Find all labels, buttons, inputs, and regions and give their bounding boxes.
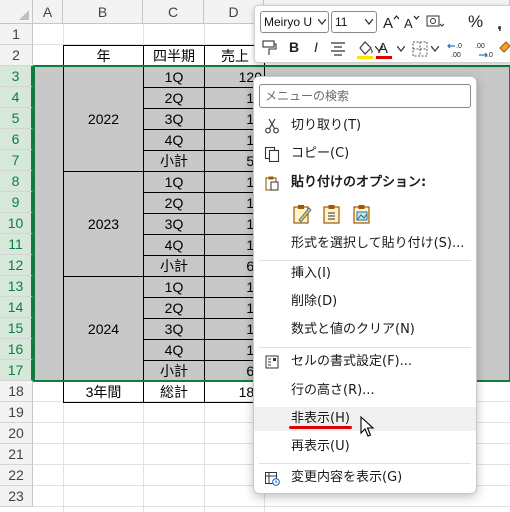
svg-text:A: A bbox=[383, 15, 393, 31]
fill-color-icon[interactable] bbox=[356, 38, 376, 60]
font-color-icon[interactable]: A bbox=[375, 38, 393, 60]
mouse-cursor-icon bbox=[360, 416, 375, 437]
font-shrink-icon[interactable]: A bbox=[403, 13, 421, 31]
select-all-button[interactable] bbox=[0, 0, 33, 24]
row-header-16[interactable]: 16 bbox=[0, 339, 33, 360]
menu-item-delete[interactable]: 削除(D) bbox=[254, 290, 476, 314]
format-cells-icon bbox=[265, 355, 279, 369]
highlight-underline bbox=[289, 426, 352, 429]
svg-text:A: A bbox=[404, 16, 413, 31]
clear-format-icon[interactable] bbox=[498, 40, 510, 58]
menu-item-unhide[interactable]: 再表示(U) bbox=[254, 435, 476, 459]
percent-style-button[interactable]: % bbox=[468, 12, 483, 32]
menu-item-copy[interactable]: コピー(C) bbox=[254, 142, 476, 166]
row-header-19[interactable]: 19 bbox=[0, 402, 33, 423]
chevron-down-icon[interactable] bbox=[318, 19, 326, 25]
menu-item-label: 行の高さ(R)... bbox=[291, 383, 375, 398]
row-header-5[interactable]: 5 bbox=[0, 108, 33, 129]
menu-item-label: 貼り付けのオプション: bbox=[291, 175, 427, 190]
menu-item-paste-special[interactable]: 形式を選択して貼り付け(S)... bbox=[254, 232, 476, 256]
menu-item-label: 挿入(I) bbox=[291, 266, 331, 281]
row-header-15[interactable]: 15 bbox=[0, 318, 33, 339]
svg-text:.0: .0 bbox=[487, 52, 493, 59]
row-header-4[interactable]: 4 bbox=[0, 87, 33, 108]
font-name-value: Meiryo U bbox=[264, 15, 313, 29]
menu-item-clear-contents[interactable]: 数式と値のクリア(N) bbox=[254, 318, 476, 342]
menu-item-label: 再表示(U) bbox=[291, 439, 350, 454]
copy-icon bbox=[264, 146, 280, 162]
menu-item-paste-options: 貼り付けのオプション: bbox=[254, 171, 476, 195]
font-grow-icon[interactable]: A bbox=[382, 13, 400, 31]
row-header-3[interactable]: 3 bbox=[0, 66, 33, 87]
bold-button[interactable]: B bbox=[287, 39, 301, 55]
mini-toolbar: Meiryo U 11 A A % , B I A .0 .00 .00 .0 bbox=[254, 5, 510, 63]
menu-item-label: 削除(D) bbox=[291, 294, 338, 309]
paste-values-icon[interactable] bbox=[321, 203, 343, 225]
header-year-cell[interactable]: 年 bbox=[63, 45, 144, 67]
menu-search-input[interactable]: メニューの検索 bbox=[259, 84, 471, 108]
row-header-13[interactable]: 13 bbox=[0, 276, 33, 297]
svg-text:.00: .00 bbox=[451, 52, 461, 59]
menu-item-label: 変更内容を表示(G) bbox=[291, 470, 403, 485]
column-header-b[interactable]: B bbox=[63, 0, 143, 24]
row-header-11[interactable]: 11 bbox=[0, 234, 33, 255]
accounting-format-icon[interactable] bbox=[425, 12, 445, 32]
menu-item-label: 切り取り(T) bbox=[291, 118, 362, 133]
menu-item-label: セルの書式設定(F)... bbox=[291, 354, 413, 369]
svg-text:.00: .00 bbox=[475, 43, 485, 50]
menu-item-row-height[interactable]: 行の高さ(R)... bbox=[254, 379, 476, 403]
comma-style-icon[interactable]: , bbox=[493, 13, 510, 31]
row-header-2[interactable]: 2 bbox=[0, 45, 33, 66]
column-header-c[interactable]: C bbox=[143, 0, 204, 24]
chevron-down-icon[interactable] bbox=[431, 46, 439, 52]
italic-button[interactable]: I bbox=[310, 39, 322, 55]
row-header-9[interactable]: 9 bbox=[0, 192, 33, 213]
scissors-icon bbox=[265, 118, 279, 134]
row-header-8[interactable]: 8 bbox=[0, 171, 33, 192]
svg-text:.0: .0 bbox=[456, 43, 462, 50]
row-header-6[interactable]: 6 bbox=[0, 129, 33, 150]
clipboard-icon bbox=[265, 176, 279, 191]
svg-text:,: , bbox=[497, 13, 502, 31]
column-header-a[interactable]: A bbox=[33, 0, 63, 24]
menu-item-cut[interactable]: 切り取り(T) bbox=[254, 114, 476, 138]
increase-decimal-icon[interactable]: .0 .00 bbox=[447, 39, 469, 59]
font-size-value: 11 bbox=[335, 15, 348, 29]
decrease-decimal-icon[interactable]: .00 .0 bbox=[473, 39, 495, 59]
gridline bbox=[33, 506, 510, 507]
chevron-down-icon[interactable] bbox=[397, 46, 405, 52]
paste-icon[interactable] bbox=[291, 203, 313, 225]
menu-item-format-cells[interactable]: セルの書式設定(F)... bbox=[254, 350, 476, 374]
row-header-21[interactable]: 21 bbox=[0, 444, 33, 465]
svg-text:A: A bbox=[378, 40, 388, 57]
row-header-14[interactable]: 14 bbox=[0, 297, 33, 318]
align-center-icon[interactable] bbox=[330, 41, 346, 57]
menu-item-label: 形式を選択して貼り付け(S)... bbox=[291, 236, 465, 251]
row-header-10[interactable]: 10 bbox=[0, 213, 33, 234]
menu-item-insert[interactable]: 挿入(I) bbox=[254, 262, 476, 286]
menu-separator bbox=[259, 260, 471, 261]
row-header-7[interactable]: 7 bbox=[0, 150, 33, 171]
row-header-23[interactable]: 23 bbox=[0, 486, 33, 507]
header-quarter-cell[interactable]: 四半期 bbox=[143, 45, 205, 67]
show-changes-icon bbox=[265, 472, 280, 486]
total-label-cell[interactable]: 3年間 bbox=[63, 381, 144, 403]
row-header-12[interactable]: 12 bbox=[0, 255, 33, 276]
format-painter-icon[interactable] bbox=[261, 39, 279, 57]
row-header-22[interactable]: 22 bbox=[0, 465, 33, 486]
row-header-1[interactable]: 1 bbox=[0, 24, 33, 45]
menu-separator bbox=[259, 347, 471, 348]
row-header-18[interactable]: 18 bbox=[0, 381, 33, 402]
total-quarter-cell[interactable]: 総計 bbox=[143, 381, 205, 403]
menu-separator bbox=[259, 463, 471, 464]
paste-picture-icon[interactable] bbox=[351, 203, 373, 225]
menu-item-label: コピー(C) bbox=[291, 146, 350, 161]
row-header-17[interactable]: 17 bbox=[0, 360, 33, 381]
menu-item-label: 数式と値のクリア(N) bbox=[291, 322, 415, 337]
chevron-down-icon[interactable] bbox=[365, 19, 373, 25]
row-header-20[interactable]: 20 bbox=[0, 423, 33, 444]
borders-icon[interactable] bbox=[411, 40, 429, 58]
menu-item-show-changes[interactable]: 変更内容を表示(G) bbox=[254, 466, 476, 490]
